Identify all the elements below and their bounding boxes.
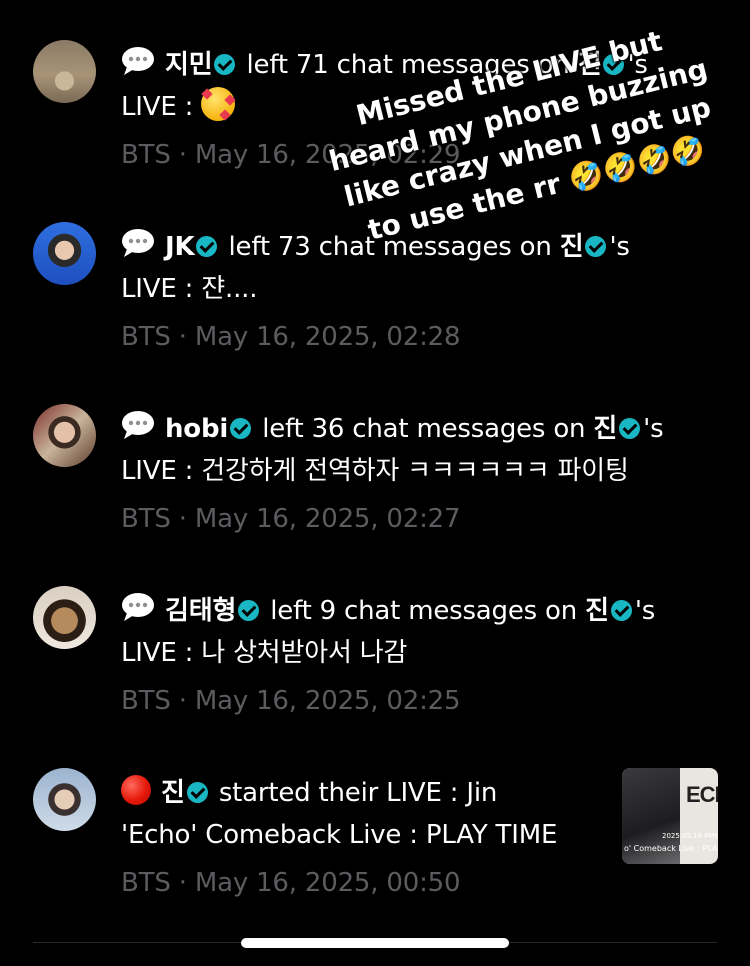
possessive-suffix: 's xyxy=(609,232,630,262)
source-label: BTS xyxy=(121,322,171,352)
notification-meta: BTS · May 16, 2025, 02:28 xyxy=(121,316,730,358)
timestamp: May 16, 2025, 02:25 xyxy=(194,686,461,716)
chat-preview: 건강하게 전역하자 ㅋㅋㅋㅋㅋㅋ 파이팅 xyxy=(201,456,629,486)
verified-badge-icon xyxy=(610,600,632,621)
target-name[interactable]: 진 xyxy=(593,414,617,444)
speech-bubble-icon xyxy=(121,411,155,439)
smiling-face-with-hearts-icon xyxy=(201,87,236,121)
verified-badge-icon xyxy=(186,782,208,803)
avatar[interactable] xyxy=(33,40,96,103)
separator-dot: · xyxy=(178,868,187,898)
verified-badge-icon xyxy=(619,418,641,439)
notification-text-line2: 'Echo' Comeback Live : PLAY TIME xyxy=(121,814,610,856)
chat-preview: 쟌.... xyxy=(201,274,258,304)
red-circle-icon xyxy=(121,775,151,805)
separator-dot: · xyxy=(178,322,187,352)
notification-meta: BTS · May 16, 2025, 02:25 xyxy=(121,680,730,722)
action-text: left 36 chat messages on xyxy=(262,414,586,444)
target-name[interactable]: 진 xyxy=(560,232,584,262)
verified-badge-icon xyxy=(214,54,236,75)
avatar[interactable] xyxy=(33,404,96,467)
author-name[interactable]: 김태형 xyxy=(165,596,236,626)
speech-bubble-icon xyxy=(121,229,155,257)
author-name[interactable]: hobi xyxy=(165,414,228,444)
thumbnail-date: 2025.05.16 PM6 xyxy=(662,832,718,840)
live-label: LIVE : xyxy=(121,92,194,122)
source-label: BTS xyxy=(121,140,171,170)
source-label: BTS xyxy=(121,504,171,534)
action-text: left 9 chat messages on xyxy=(270,596,578,626)
avatar[interactable] xyxy=(33,768,96,831)
verified-badge-icon xyxy=(238,600,260,621)
action-text: started their LIVE : Jin xyxy=(218,778,498,808)
thumbnail-caption: o' Comeback Live : PLA xyxy=(624,844,718,853)
live-label: LIVE : xyxy=(121,274,194,304)
avatar[interactable] xyxy=(33,586,96,649)
verified-badge-icon xyxy=(196,236,218,257)
notification-text-line1: 진 started their LIVE : Jin xyxy=(121,772,610,814)
speech-bubble-icon xyxy=(121,593,155,621)
chat-preview: 나 상처받아서 나감 xyxy=(201,638,408,668)
notification-text-line2: LIVE : 나 상처받아서 나감 xyxy=(121,632,730,674)
avatar[interactable] xyxy=(33,222,96,285)
source-label: BTS xyxy=(121,686,171,716)
separator-dot: · xyxy=(178,686,187,716)
author-name[interactable]: JK xyxy=(165,232,195,262)
author-name[interactable]: 지민 xyxy=(165,50,213,80)
separator-dot: · xyxy=(178,504,187,534)
live-label: LIVE : xyxy=(121,456,194,486)
timestamp: May 16, 2025, 02:27 xyxy=(194,504,461,534)
live-label: LIVE : xyxy=(121,638,194,668)
notification-text-line2: LIVE : 건강하게 전역하자 ㅋㅋㅋㅋㅋㅋ 파이팅 xyxy=(121,450,730,492)
verified-badge-icon xyxy=(230,418,252,439)
thumbnail-brand: ECH xyxy=(686,782,718,807)
home-indicator[interactable] xyxy=(241,938,509,948)
timestamp: May 16, 2025, 02:28 xyxy=(194,322,461,352)
speech-bubble-icon xyxy=(121,47,155,75)
notification-text-line2: LIVE : 쟌.... xyxy=(121,268,730,310)
target-name[interactable]: 진 xyxy=(585,596,609,626)
source-label: BTS xyxy=(121,868,171,898)
author-name[interactable]: 진 xyxy=(161,778,185,808)
possessive-suffix: 's xyxy=(634,596,656,626)
notification-text-line1: 김태형 left 9 chat messages on 진 's xyxy=(121,590,730,632)
possessive-suffix: 's xyxy=(643,414,664,444)
live-thumbnail[interactable]: ECH 2025.05.16 PM6 o' Comeback Live : PL… xyxy=(622,768,718,864)
timestamp: May 16, 2025, 00:50 xyxy=(194,868,461,898)
verified-badge-icon xyxy=(585,236,607,257)
notification-text-line1: hobi left 36 chat messages on 진 's xyxy=(121,408,730,450)
notification-meta: BTS · May 16, 2025, 00:50 xyxy=(121,862,610,904)
live-title: 'Echo' Comeback Live : PLAY TIME xyxy=(121,820,558,850)
separator-dot: · xyxy=(178,140,187,170)
notification-meta: BTS · May 16, 2025, 02:27 xyxy=(121,498,730,540)
